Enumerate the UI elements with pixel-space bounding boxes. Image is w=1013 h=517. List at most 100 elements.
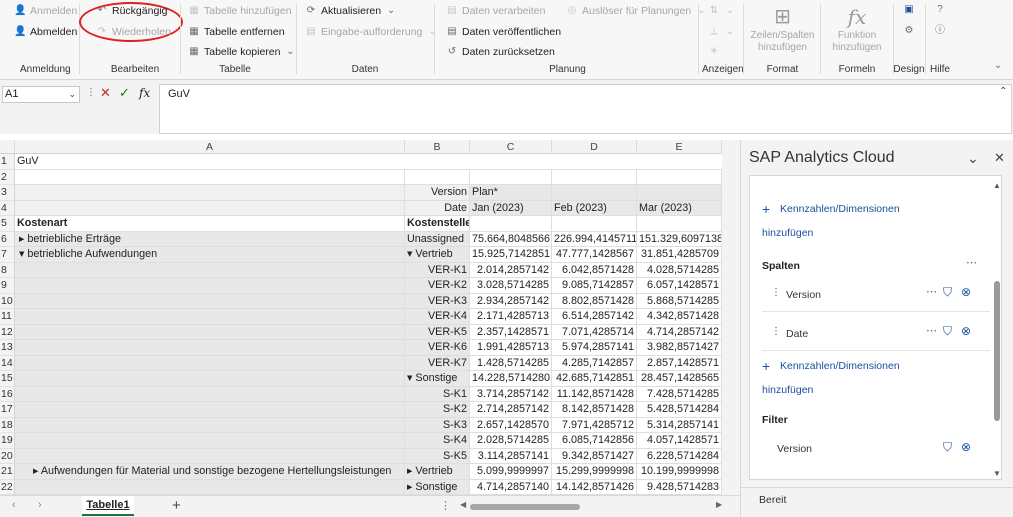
drag-handle-icon[interactable]: ⋮ — [771, 326, 781, 337]
cell-d3[interactable] — [552, 185, 637, 201]
more-icon[interactable]: ⋯ — [926, 285, 937, 298]
row-header[interactable]: 8 — [0, 262, 15, 278]
cell-c12[interactable]: 2.357,1428571 — [470, 324, 552, 340]
cell-b6[interactable]: Unassigned — [405, 231, 470, 247]
cell-e15[interactable]: 28.457,1428565 — [637, 371, 722, 387]
cell-c21[interactable]: 5.099,9999997 — [470, 464, 552, 480]
scroll-right-icon[interactable]: ▶ — [716, 500, 722, 509]
help-button[interactable]: ? — [934, 4, 946, 16]
reset-data-button[interactable]: ↺ Daten zurücksetzen — [446, 46, 555, 58]
name-box[interactable]: A1 ⌄ — [2, 86, 80, 103]
cell-d8[interactable]: 6.042,8571428 — [552, 262, 637, 278]
cell-a13[interactable] — [15, 340, 405, 356]
redo-button[interactable]: ↷ Wiederholen — [96, 26, 171, 38]
cell-c20[interactable]: 3.114,2857141 — [470, 448, 552, 464]
cell-c10[interactable]: 2.934,2857142 — [470, 293, 552, 309]
cell-e16[interactable]: 7.428,5714285 — [637, 386, 722, 402]
row-header[interactable]: 14 — [0, 355, 15, 371]
cell-b14[interactable]: VER-K7 — [405, 355, 470, 371]
logout-button[interactable]: 👤 Abmelden — [14, 26, 77, 38]
cell-e21[interactable]: 10.199,9999998 — [637, 464, 722, 480]
cell-b9[interactable]: VER-K2 — [405, 278, 470, 294]
row-header[interactable]: 12 — [0, 324, 15, 340]
remove-table-button[interactable]: ▦ Tabelle entfernen — [188, 26, 284, 38]
panel-scrollbar-thumb[interactable] — [994, 281, 1000, 421]
filter-icon[interactable]: ⛉ — [943, 324, 952, 339]
collapse-ribbon-button[interactable]: ⌄ — [992, 60, 1004, 72]
filter-item-version[interactable]: Version — [777, 443, 812, 455]
cell-e1[interactable] — [637, 154, 722, 170]
add-link-1[interactable]: hinzufügen — [762, 227, 813, 239]
cell-d7[interactable]: 47.777,1428567 — [552, 247, 637, 263]
cell-d12[interactable]: 7.071,4285714 — [552, 324, 637, 340]
cell-e14[interactable]: 2.857,1428571 — [637, 355, 722, 371]
formula-input[interactable]: GuV — [159, 84, 1012, 134]
cell-d15[interactable]: 42.685,7142851 — [552, 371, 637, 387]
insight-button[interactable]: ☀ — [708, 46, 720, 58]
cell-a20[interactable] — [15, 448, 405, 464]
cell-e19[interactable]: 4.057,1428571 — [637, 433, 722, 449]
login-button[interactable]: 👤 Anmelden — [14, 5, 77, 17]
add-function-button[interactable]: fx Funktion hinzufügen — [826, 4, 888, 54]
cell-b13[interactable]: VER-K6 — [405, 340, 470, 356]
cell-e7[interactable]: 31.851,4285709 — [637, 247, 722, 263]
select-all-corner[interactable] — [0, 140, 15, 154]
row-header[interactable]: 20 — [0, 448, 15, 464]
plus-icon[interactable]: + — [762, 201, 770, 217]
cell-b5[interactable]: Kostenstelle — [405, 216, 470, 232]
cell-b18[interactable]: S-K3 — [405, 417, 470, 433]
cell-d14[interactable]: 4.285,7142857 — [552, 355, 637, 371]
row-header[interactable]: 3 — [0, 185, 15, 201]
cell-e20[interactable]: 6.228,5714284 — [637, 448, 722, 464]
row-header[interactable]: 15 — [0, 371, 15, 387]
prompt-button[interactable]: ▤ Eingabe-aufforderung ⌄ — [305, 26, 438, 38]
cell-a3[interactable] — [15, 185, 405, 201]
cell-e18[interactable]: 5.314,2857141 — [637, 417, 722, 433]
row-header[interactable]: 13 — [0, 340, 15, 356]
cell-d22[interactable]: 14.142,8571426 — [552, 479, 637, 495]
row-header[interactable]: 18 — [0, 417, 15, 433]
cell-e11[interactable]: 4.342,8571428 — [637, 309, 722, 325]
cell-e12[interactable]: 4.714,2857142 — [637, 324, 722, 340]
scroll-left-icon[interactable]: ◀ — [460, 500, 466, 509]
cell-e6[interactable]: 151.329,6097138 — [637, 231, 722, 247]
scroll-down-icon[interactable]: ▼ — [993, 469, 1001, 478]
chevron-down-icon[interactable]: ⌄ — [68, 87, 76, 102]
cell-a1[interactable]: GuV — [15, 154, 405, 170]
cell-c11[interactable]: 2.171,4285713 — [470, 309, 552, 325]
cell-d4[interactable]: Feb (2023) — [552, 200, 637, 216]
cell-d17[interactable]: 8.142,8571428 — [552, 402, 637, 418]
cell-a10[interactable] — [15, 293, 405, 309]
column-header-b[interactable]: B — [405, 140, 470, 154]
expand-formula-icon[interactable]: ⌃ — [999, 86, 1007, 97]
column-header-c[interactable]: C — [470, 140, 552, 154]
cell-c4[interactable]: Jan (2023) — [470, 200, 552, 216]
cell-c8[interactable]: 2.014,2857142 — [470, 262, 552, 278]
cell-b11[interactable]: VER-K4 — [405, 309, 470, 325]
cell-a18[interactable] — [15, 417, 405, 433]
cell-a5[interactable]: Kostenart — [15, 216, 405, 232]
more-icon[interactable]: ⋮ — [86, 87, 96, 98]
cell-d5[interactable] — [552, 216, 637, 232]
cell-c2[interactable] — [470, 169, 552, 185]
cell-c5[interactable] — [470, 216, 552, 232]
row-header[interactable]: 4 — [0, 200, 15, 216]
cell-a6[interactable]: ▸ betriebliche Erträge — [15, 231, 405, 247]
row-header[interactable]: 7 — [0, 247, 15, 263]
cell-e17[interactable]: 5.428,5714284 — [637, 402, 722, 418]
cell-a9[interactable] — [15, 278, 405, 294]
cell-b19[interactable]: S-K4 — [405, 433, 470, 449]
planning-trigger-button[interactable]: ◎ Auslöser für Planungen ⌄ — [566, 5, 707, 17]
filter-icon[interactable]: ⛉ — [943, 440, 952, 455]
cell-a11[interactable] — [15, 309, 405, 325]
row-header[interactable]: 16 — [0, 386, 15, 402]
cell-d16[interactable]: 11.142,8571428 — [552, 386, 637, 402]
cell-b20[interactable]: S-K5 — [405, 448, 470, 464]
undo-button[interactable]: ↶ Rückgängig — [96, 5, 168, 17]
cell-c9[interactable]: 3.028,5714285 — [470, 278, 552, 294]
cell-c17[interactable]: 2.714,2857142 — [470, 402, 552, 418]
cell-d1[interactable] — [552, 154, 637, 170]
cell-c19[interactable]: 2.028,5714285 — [470, 433, 552, 449]
cell-d21[interactable]: 15.299,9999998 — [552, 464, 637, 480]
remove-circle-icon[interactable]: ⊗ — [961, 285, 971, 299]
